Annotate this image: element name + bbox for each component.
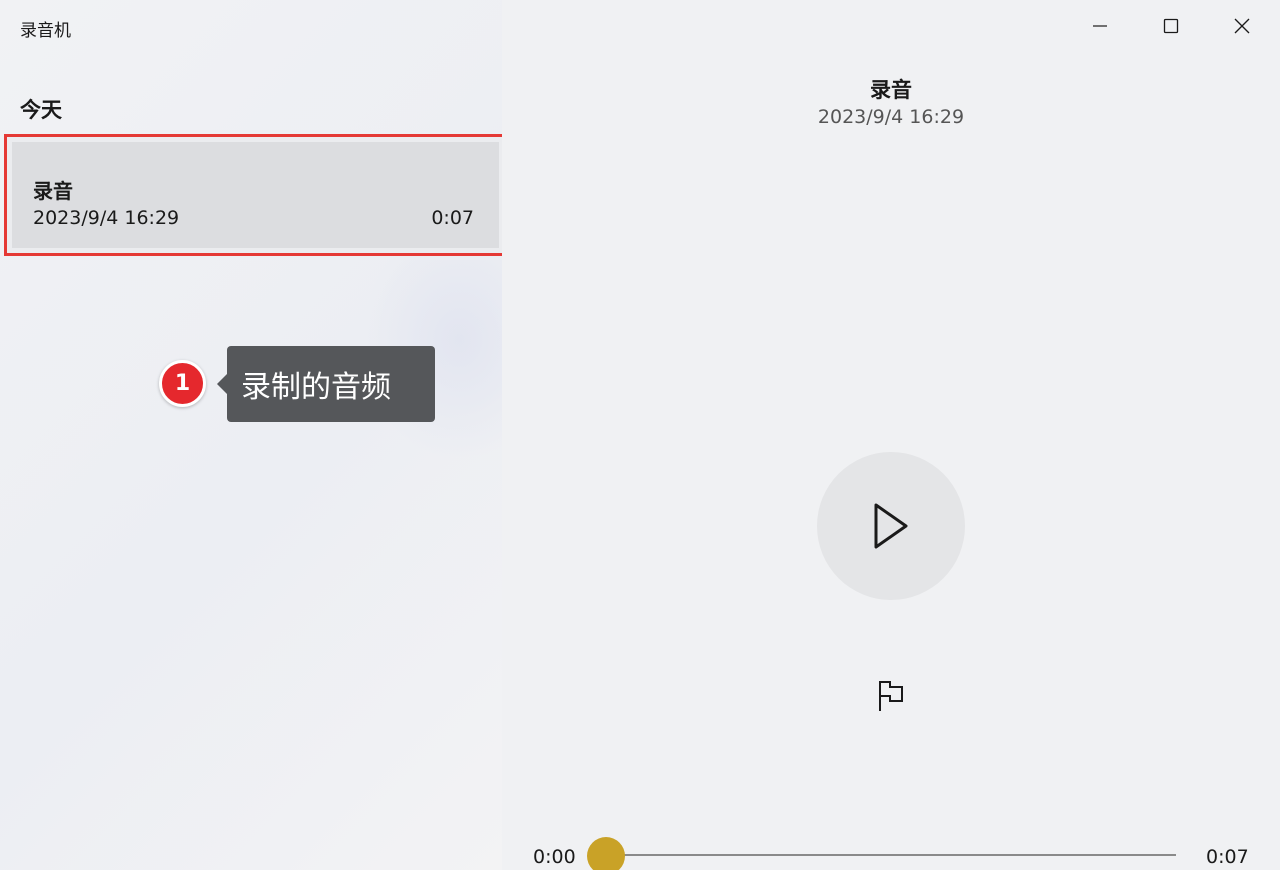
recording-date: 2023/9/4 16:29: [33, 207, 180, 229]
step-number-badge: 1: [159, 360, 206, 407]
recording-list-item-background: [12, 142, 499, 248]
add-marker-button[interactable]: [872, 676, 910, 716]
play-icon: [874, 503, 908, 549]
recording-name: 录音: [33, 179, 73, 203]
seek-bar-track[interactable]: [606, 854, 1176, 856]
recording-timestamp: 2023/9/4 16:29: [817, 106, 965, 128]
total-time: 0:07: [1206, 846, 1249, 868]
seek-bar-thumb[interactable]: [587, 837, 625, 870]
minimize-icon: [1093, 25, 1107, 27]
recording-list-item[interactable]: 录音 2023/9/4 16:29 0:07: [4, 134, 507, 256]
flag-icon: [879, 681, 903, 711]
current-time: 0:00: [533, 846, 576, 868]
section-header-today: 今天: [20, 98, 62, 122]
recordings-sidebar: 录音机 今天 录音 2023/9/4 16:29 0:07 1 录制的音频: [0, 0, 507, 870]
app-title: 录音机: [20, 21, 71, 41]
close-button[interactable]: [1222, 10, 1262, 42]
close-icon: [1234, 18, 1250, 34]
play-button[interactable]: [817, 452, 965, 600]
maximize-button[interactable]: [1151, 10, 1191, 42]
player-pane: 录音 2023/9/4 16:29 0:00 0:07: [502, 0, 1280, 870]
maximize-icon: [1163, 18, 1179, 34]
recording-duration: 0:07: [431, 207, 474, 229]
annotation-callout: 录制的音频: [217, 346, 435, 422]
minimize-button[interactable]: [1080, 10, 1120, 42]
recording-title: 录音: [870, 78, 912, 102]
